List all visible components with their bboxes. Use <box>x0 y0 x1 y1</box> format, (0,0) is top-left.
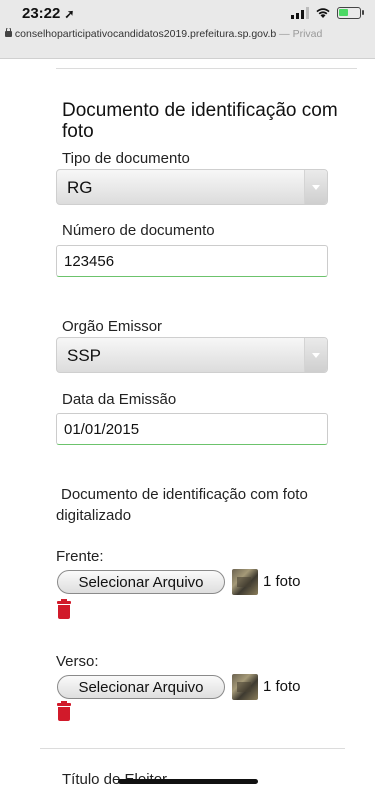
issuer-value: SSP <box>67 346 102 365</box>
time-text: 23:22 <box>22 5 61 22</box>
front-delete-trash-icon[interactable] <box>57 599 71 619</box>
doc-number-label: Número de documento <box>62 222 215 239</box>
issue-date-input[interactable] <box>56 413 328 445</box>
doc-type-select[interactable]: RG <box>56 169 328 205</box>
back-photo-thumbnail-icon[interactable] <box>232 674 258 700</box>
browser-chrome: 23:22 ➚ conselhoparticipativocandidatos20… <box>0 0 375 59</box>
status-time: 23:22 ➚ <box>22 5 74 22</box>
issuer-label: Orgão Emissor <box>62 318 163 335</box>
back-delete-trash-icon[interactable] <box>57 701 71 721</box>
wifi-icon <box>316 8 330 18</box>
front-photo-thumbnail-icon[interactable] <box>232 569 258 595</box>
back-photo-count: 1 foto <box>263 678 301 695</box>
home-indicator[interactable] <box>118 779 258 784</box>
cellular-signal-icon <box>291 7 309 19</box>
chevron-down-icon <box>304 170 327 204</box>
chevron-down-icon <box>304 338 327 372</box>
system-icons <box>291 7 364 19</box>
digitized-line-1: Documento de identificação com foto <box>61 486 308 503</box>
divider <box>40 748 345 749</box>
lock-icon <box>5 28 12 37</box>
front-select-file-button[interactable]: Selecionar Arquivo <box>57 570 225 594</box>
back-select-file-button[interactable]: Selecionar Arquivo <box>57 675 225 699</box>
divider <box>56 68 357 69</box>
issue-date-label: Data da Emissão <box>62 391 177 408</box>
url-bar[interactable]: conselhoparticipativocandidatos2019.pref… <box>0 28 375 46</box>
front-photo-count: 1 foto <box>263 573 301 590</box>
doc-type-label: Tipo de documento <box>62 150 190 167</box>
front-label: Frente: <box>56 548 104 565</box>
digitized-line-2: digitalizado <box>56 507 132 524</box>
section-title: Documento de identificação com foto <box>62 100 338 142</box>
url-text: conselhoparticipativocandidatos2019.pref… <box>14 28 277 40</box>
location-arrow-icon: ➚ <box>64 7 75 21</box>
battery-icon <box>337 7 364 19</box>
issuer-select[interactable]: SSP <box>56 337 328 373</box>
doc-type-value: RG <box>67 178 93 197</box>
digitized-doc-heading: Documento de identificação com foto digi… <box>56 484 346 527</box>
private-mode-label: — Privad <box>279 28 323 40</box>
back-label: Verso: <box>56 653 99 670</box>
doc-number-input[interactable] <box>56 245 328 277</box>
